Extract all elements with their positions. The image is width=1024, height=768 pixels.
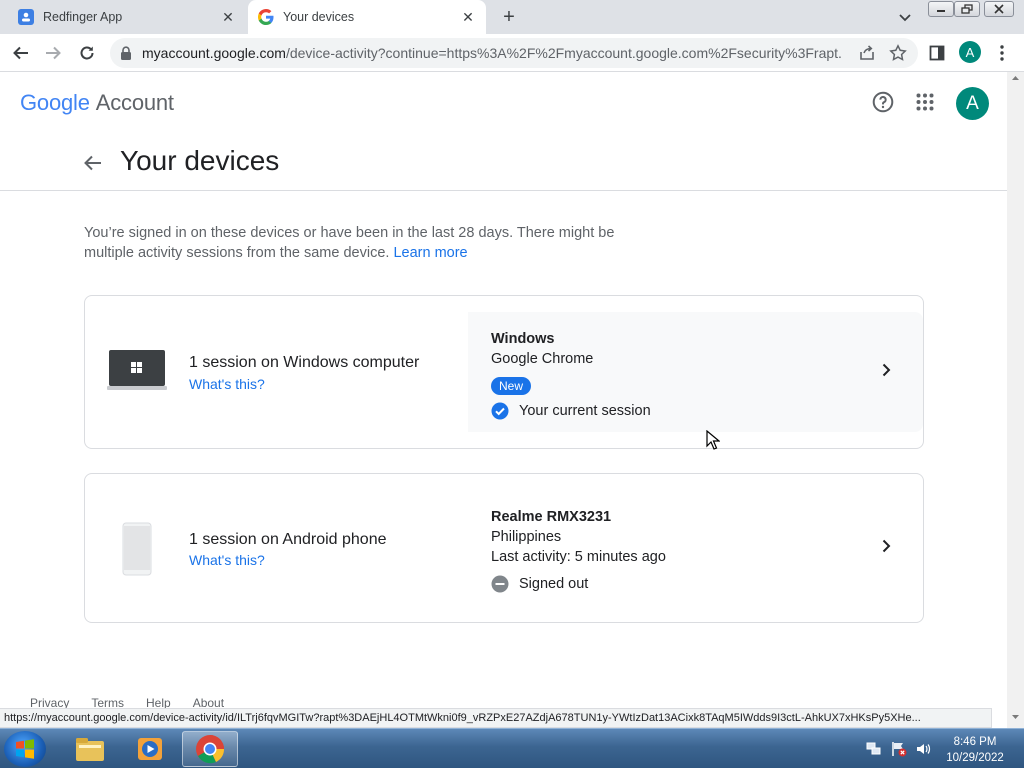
- side-panel-icon[interactable]: [926, 42, 948, 64]
- help-icon[interactable]: [871, 90, 895, 114]
- footer-privacy-link[interactable]: Privacy: [30, 696, 69, 708]
- new-badge: New: [491, 377, 532, 395]
- clock-date: 10/29/2022: [946, 752, 1004, 764]
- new-tab-icon[interactable]: +: [498, 6, 520, 28]
- start-button[interactable]: [4, 731, 46, 767]
- forward-arrow-icon[interactable]: [42, 42, 64, 64]
- device-heading: 1 session on Windows computer: [189, 354, 420, 371]
- url-host: myaccount.google.com: [142, 45, 286, 61]
- windows-taskbar: 8:46 PM 10/29/2022: [0, 728, 1024, 768]
- chevron-right-icon[interactable]: [877, 361, 895, 379]
- apps-grid-icon[interactable]: [913, 90, 937, 114]
- page-scrollbar[interactable]: [1007, 72, 1024, 728]
- device-card-android[interactable]: 1 session on Android phone What's this? …: [84, 473, 924, 623]
- footer-links: Privacy Terms Help About: [30, 696, 224, 708]
- close-window-button[interactable]: [984, 1, 1014, 17]
- taskbar-media-player-icon[interactable]: [122, 731, 178, 767]
- google-account-logo[interactable]: Google Account: [20, 90, 174, 116]
- google-wordmark: Google: [20, 90, 90, 115]
- session-status: Signed out: [519, 576, 589, 592]
- tab-strip: Redfinger App ✕ Your devices ✕ +: [0, 0, 1024, 34]
- close-tab-icon[interactable]: ✕: [220, 9, 236, 25]
- session-model: Realme RMX3231: [491, 509, 612, 525]
- share-icon[interactable]: [858, 44, 876, 67]
- bookmark-star-icon[interactable]: [889, 44, 907, 67]
- network-icon[interactable]: [866, 741, 882, 757]
- redfinger-favicon-icon: [18, 9, 34, 25]
- phone-icon: [122, 522, 152, 581]
- page-content: Google Account A Your devices You’re sig…: [0, 72, 1007, 708]
- volume-icon[interactable]: [915, 741, 931, 757]
- signed-out-icon: [491, 575, 509, 598]
- url-text: myaccount.google.com/device-activity?con…: [142, 45, 842, 61]
- back-arrow-icon[interactable]: [10, 42, 32, 64]
- system-clock[interactable]: 8:46 PM 10/29/2022: [940, 734, 1010, 766]
- session-browser: Google Chrome: [491, 351, 594, 367]
- kebab-menu-icon[interactable]: [991, 42, 1013, 64]
- footer-about-link[interactable]: About: [193, 696, 224, 708]
- session-location: Philippines: [491, 529, 562, 545]
- page-title: Your devices: [120, 145, 280, 176]
- footer-help-link[interactable]: Help: [146, 696, 171, 708]
- check-circle-icon: [491, 402, 509, 425]
- clock-time: 8:46 PM: [953, 736, 997, 748]
- whats-this-link[interactable]: What's this?: [189, 376, 265, 392]
- header-divider: [0, 190, 1007, 191]
- link-status-bar: https://myaccount.google.com/device-acti…: [0, 708, 992, 728]
- device-heading: 1 session on Android phone: [189, 531, 387, 548]
- intro-body: You’re signed in on these devices or hav…: [84, 225, 615, 261]
- url-path: /device-activity?continue=https%3A%2F%2F…: [285, 45, 842, 61]
- mouse-cursor-icon: [706, 429, 721, 450]
- learn-more-link[interactable]: Learn more: [393, 245, 467, 261]
- chevron-right-icon[interactable]: [877, 537, 895, 555]
- account-wordmark: Account: [95, 90, 174, 115]
- restore-window-button[interactable]: [954, 1, 980, 17]
- tab-redfinger[interactable]: Redfinger App ✕: [8, 0, 246, 34]
- laptop-icon: [107, 348, 167, 397]
- session-status: Your current session: [519, 403, 651, 419]
- close-tab-icon[interactable]: ✕: [460, 9, 476, 25]
- tab-search-chevron-icon[interactable]: [896, 8, 914, 26]
- account-avatar[interactable]: A: [956, 87, 989, 120]
- taskbar-explorer-icon[interactable]: [62, 731, 118, 767]
- minimize-window-button[interactable]: [928, 1, 954, 17]
- action-center-flag-icon[interactable]: [891, 741, 907, 757]
- reload-icon[interactable]: [76, 42, 98, 64]
- tab-title: Your devices: [283, 10, 355, 24]
- session-last-activity: Last activity: 5 minutes ago: [491, 549, 666, 565]
- google-favicon-icon: [258, 9, 274, 25]
- tab-title: Redfinger App: [43, 10, 123, 24]
- whats-this-link[interactable]: What's this?: [189, 552, 265, 568]
- taskbar-chrome-icon[interactable]: [182, 731, 238, 767]
- session-os: Windows: [491, 331, 555, 347]
- address-bar[interactable]: myaccount.google.com/device-activity?con…: [110, 38, 918, 68]
- device-card-windows[interactable]: 1 session on Windows computer What's thi…: [84, 295, 924, 449]
- tab-your-devices[interactable]: Your devices ✕: [248, 0, 486, 34]
- browser-toolbar: myaccount.google.com/device-activity?con…: [0, 34, 1024, 72]
- lock-icon[interactable]: [120, 46, 132, 65]
- footer-terms-link[interactable]: Terms: [91, 696, 124, 708]
- intro-text: You’re signed in on these devices or hav…: [84, 223, 644, 263]
- back-arrow-icon[interactable]: [82, 152, 104, 174]
- browser-profile-avatar[interactable]: A: [959, 41, 981, 63]
